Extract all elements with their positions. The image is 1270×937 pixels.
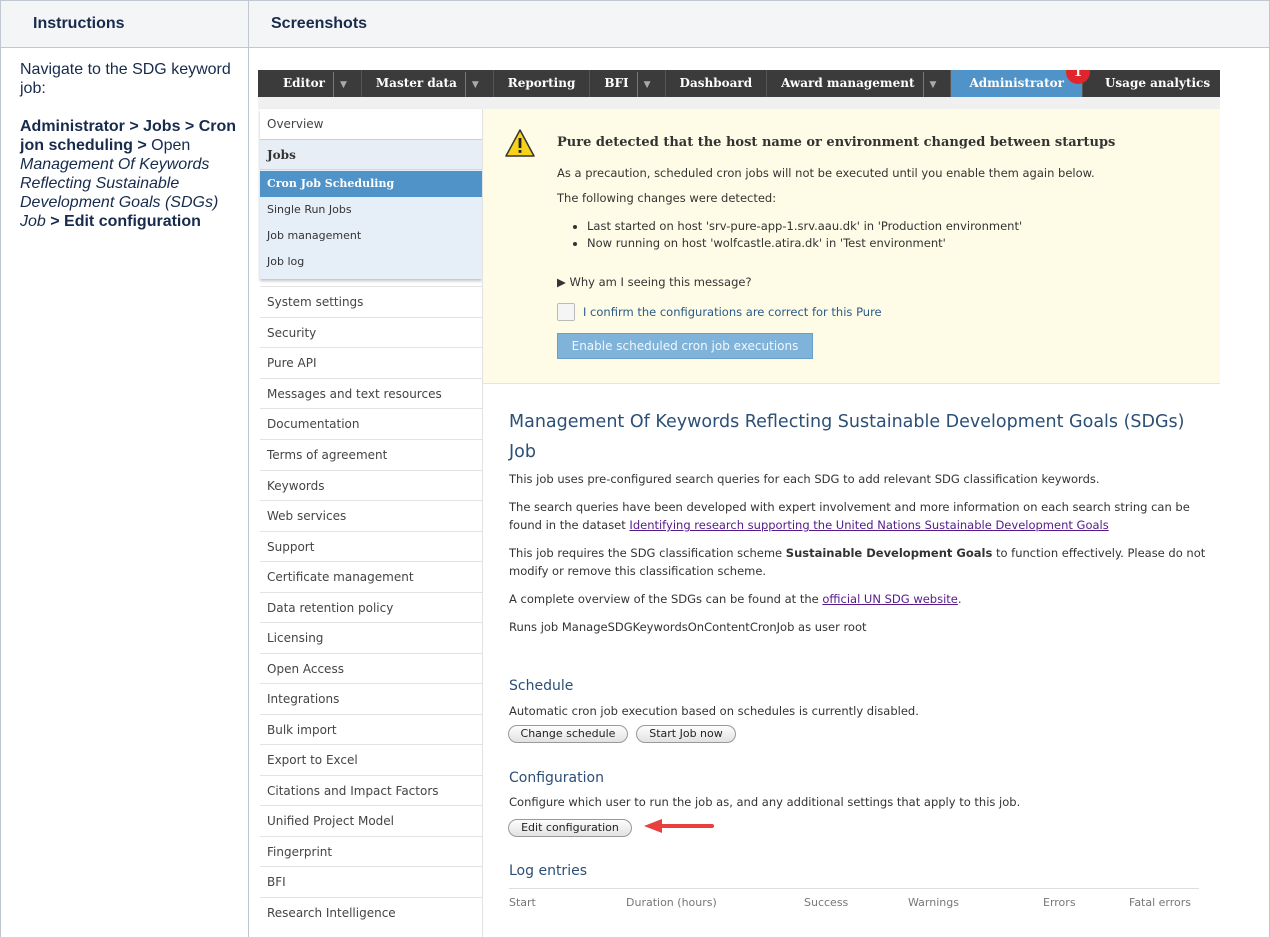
- tab-usage-analytics[interactable]: Usage analytics: [1083, 70, 1220, 97]
- environment-warning: Pure detected that the host name or envi…: [483, 109, 1220, 384]
- sidebar-item[interactable]: Bulk import: [260, 714, 482, 745]
- tab-dashboard[interactable]: Dashboard: [666, 70, 768, 97]
- sidebar-item[interactable]: Terms of agreement: [260, 439, 482, 470]
- change-schedule-button[interactable]: Change schedule: [508, 725, 628, 743]
- sidebar-item[interactable]: Documentation: [260, 408, 482, 439]
- warning-text: As a precaution, scheduled cron jobs wil…: [557, 166, 1095, 180]
- enable-cron-button[interactable]: Enable scheduled cron job executions: [557, 333, 813, 359]
- confirm-row: I confirm the configurations are correct…: [557, 303, 882, 321]
- job-description: This job uses pre-configured search quer…: [509, 472, 1100, 486]
- job-description: A complete overview of the SDGs can be f…: [509, 592, 962, 606]
- page-title: Management Of Keywords Reflecting Sustai…: [509, 412, 1185, 462]
- top-navigation: Editor ▼ Master data ▼ Reporting BFI ▼ Dash…: [258, 70, 1220, 99]
- jobs-menu-group: Overview Jobs Cron Job Scheduling Single…: [260, 109, 482, 279]
- sidebar-item[interactable]: Open Access: [260, 653, 482, 684]
- log-col-warnings: Warnings: [908, 896, 959, 909]
- screenshot: Editor ▼ Master data ▼ Reporting BFI ▼ Dash…: [258, 70, 1220, 937]
- list-item: Now running on host 'wolfcastle.atira.dk…: [587, 235, 1022, 252]
- chevron-down-icon[interactable]: ▼: [922, 72, 936, 99]
- tab-reporting[interactable]: Reporting: [494, 70, 591, 97]
- log-col-duration: Duration (hours): [626, 896, 717, 909]
- job-description: This job requires the SDG classification…: [509, 546, 1206, 578]
- table-column-divider: [248, 0, 249, 937]
- sub-navigation-bar: [258, 97, 1220, 109]
- log-col-fatal-errors: Fatal errors: [1129, 896, 1192, 909]
- table-border-left: [0, 0, 1, 937]
- confirm-label[interactable]: I confirm the configurations are correct…: [583, 305, 882, 319]
- sidebar-item-job-log[interactable]: Job log: [260, 249, 482, 275]
- sidebar-item-single-run-jobs[interactable]: Single Run Jobs: [260, 197, 482, 223]
- tab-editor[interactable]: Editor ▼: [258, 70, 362, 99]
- job-description: The search queries have been developed w…: [509, 500, 1190, 532]
- log-table-header: Start Duration (hours) Success Warnings …: [509, 888, 1199, 914]
- chevron-down-icon[interactable]: ▼: [464, 72, 479, 99]
- instructions-cell: Navigate to the SDG keyword job: Adminis…: [20, 60, 240, 250]
- sidebar-item[interactable]: Fingerprint: [260, 836, 482, 867]
- dataset-link[interactable]: Identifying research supporting the Unit…: [629, 518, 1108, 532]
- log-entries-heading: Log entries: [509, 863, 587, 879]
- start-job-button[interactable]: Start Job now: [636, 725, 736, 743]
- main-content: Pure detected that the host name or envi…: [482, 109, 1220, 937]
- configuration-text: Configure which user to run the job as, …: [509, 795, 1021, 809]
- sidebar-item[interactable]: BFI: [260, 866, 482, 897]
- sidebar-item-job-management[interactable]: Job management: [260, 223, 482, 249]
- schedule-text: Automatic cron job execution based on sc…: [509, 704, 919, 718]
- sidebar-item[interactable]: Messages and text resources: [260, 378, 482, 409]
- configuration-heading: Configuration: [509, 770, 604, 786]
- list-item: Last started on host 'srv-pure-app-1.srv…: [587, 218, 1022, 235]
- edit-configuration-button[interactable]: Edit configuration: [508, 819, 632, 837]
- annotation-arrow-icon: [644, 819, 714, 833]
- header-instructions: Instructions: [33, 15, 125, 32]
- sidebar-item[interactable]: Security: [260, 317, 482, 348]
- sidebar-item[interactable]: System settings: [260, 286, 482, 317]
- schedule-heading: Schedule: [509, 678, 574, 694]
- sidebar-item[interactable]: Certificate management: [260, 561, 482, 592]
- chevron-down-icon[interactable]: ▼: [636, 72, 651, 99]
- sidebar-item-cron-job-scheduling[interactable]: Cron Job Scheduling: [260, 171, 482, 197]
- log-col-success: Success: [804, 896, 849, 909]
- chevron-down-icon[interactable]: ▼: [332, 72, 347, 99]
- sidebar-item[interactable]: Keywords: [260, 470, 482, 501]
- sidebar-heading-jobs[interactable]: Jobs: [260, 140, 482, 170]
- instruction-path: Administrator > Jobs > Cron jon scheduli…: [20, 118, 237, 230]
- sidebar-item[interactable]: Integrations: [260, 683, 482, 714]
- header-screenshots: Screenshots: [271, 15, 368, 32]
- un-sdg-link[interactable]: official UN SDG website: [822, 592, 958, 606]
- why-message-toggle[interactable]: ▶ Why am I seeing this message?: [557, 275, 752, 289]
- confirm-checkbox[interactable]: [557, 303, 575, 321]
- sidebar-item[interactable]: Licensing: [260, 622, 482, 653]
- table-header-row: Instructions Screenshots: [0, 0, 1270, 48]
- instruction-intro: Navigate to the SDG keyword job:: [20, 61, 231, 97]
- runs-as-text: Runs job ManageSDGKeywordsOnContentCronJ…: [509, 620, 867, 634]
- sidebar-item[interactable]: Web services: [260, 500, 482, 531]
- sidebar-item[interactable]: Data retention policy: [260, 592, 482, 623]
- tab-bfi[interactable]: BFI ▼: [590, 70, 666, 99]
- sidebar-item-overview[interactable]: Overview: [260, 109, 482, 140]
- tab-master-data[interactable]: Master data ▼: [362, 70, 494, 99]
- warning-text: The following changes were detected:: [557, 191, 777, 205]
- sidebar-item[interactable]: Pure API: [260, 347, 482, 378]
- warning-title: Pure detected that the host name or envi…: [557, 135, 1116, 150]
- sidebar-item[interactable]: Export to Excel: [260, 744, 482, 775]
- warning-icon: [505, 129, 535, 157]
- log-col-start: Start: [509, 896, 536, 909]
- sidebar-item[interactable]: Citations and Impact Factors: [260, 775, 482, 806]
- sidebar-item[interactable]: Unified Project Model: [260, 805, 482, 836]
- log-col-errors: Errors: [1043, 896, 1076, 909]
- tab-award-management[interactable]: Award management ▼: [767, 70, 952, 99]
- tab-administrator[interactable]: Administrator 1: [951, 70, 1090, 97]
- sidebar-item[interactable]: Research Intelligence: [260, 897, 482, 928]
- changes-list: Last started on host 'srv-pure-app-1.srv…: [575, 218, 1022, 252]
- sidebar-item[interactable]: Support: [260, 531, 482, 562]
- admin-sidebar: Overview Jobs Cron Job Scheduling Single…: [258, 109, 482, 937]
